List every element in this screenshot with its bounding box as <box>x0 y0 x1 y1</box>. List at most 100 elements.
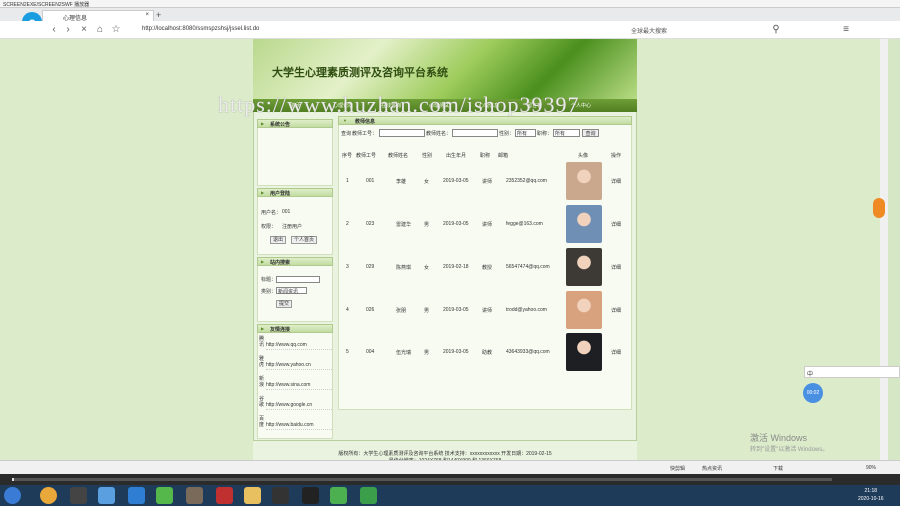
chrome-icon[interactable] <box>40 487 57 504</box>
cell-teacher-no: 004 <box>366 349 375 355</box>
star-icon[interactable]: ☆ <box>110 24 122 35</box>
ime-toolbar[interactable]: 中 <box>804 366 900 378</box>
taskbar: 21:18 2020-10-16 <box>0 485 900 506</box>
qq-icon[interactable] <box>272 487 289 504</box>
clock-time: 21:18 <box>864 488 878 494</box>
cell-index: 5 <box>346 349 349 355</box>
link-icon: 雅虎 <box>259 356 265 368</box>
notice-panel-title: 系统公告 <box>257 119 333 128</box>
back-icon[interactable]: ‹ <box>48 24 60 35</box>
profile-button[interactable]: 个人首页 <box>291 236 318 244</box>
col-avatar: 头像 <box>578 153 589 159</box>
app-icon[interactable] <box>186 487 203 504</box>
browser-status-bar: 快剪辑 热点资讯 下载 90% <box>0 460 900 474</box>
col-teacher-name: 教师姓名 <box>388 153 409 159</box>
flash-icon[interactable] <box>216 487 233 504</box>
teacher-no-input[interactable] <box>379 129 425 137</box>
cell-birth: 2019-03-05 <box>443 307 469 313</box>
cell-action[interactable]: 详细 <box>611 221 621 228</box>
cell-teacher-name: 张朋 <box>396 308 407 314</box>
col-email: 邮箱 <box>498 153 509 159</box>
ie-icon[interactable] <box>128 487 145 504</box>
cell-teacher-no: 001 <box>366 178 375 184</box>
browser-tab[interactable]: 心理信息 × <box>42 10 154 22</box>
cell-email: 56547474@qq.com <box>506 264 550 270</box>
table-row: 5 004 伍光瑞 男 2019-03-05 助教 43643933@qq.com 详细 <box>340 331 630 373</box>
cell-action[interactable]: 详细 <box>611 178 621 185</box>
title-select[interactable]: 所有 <box>553 129 580 137</box>
close-icon[interactable]: × <box>145 12 149 18</box>
status-download[interactable]: 下载 <box>773 465 783 472</box>
cell-birth: 2019-03-05 <box>443 349 469 355</box>
wechat-icon[interactable] <box>330 487 347 504</box>
player-title-bar: SCREEN2EXE/SCREEN2SWF 播放器 <box>0 0 900 8</box>
cell-gender: 男 <box>424 308 430 314</box>
browser-search-input[interactable]: 全球最大搜索 <box>627 24 727 36</box>
sidebar: 系统公告 用户登陆 用户名： 001 权限： 注册用户 退出 个人首页 站内搜索… <box>257 116 333 439</box>
status-clip[interactable]: 快剪辑 <box>670 465 685 472</box>
scrollbar[interactable] <box>880 39 888 460</box>
link-sina[interactable]: http://www.sina.com <box>266 382 332 390</box>
cell-index: 4 <box>346 307 349 313</box>
link-baidu[interactable]: http://www.baidu.com <box>266 422 332 430</box>
query-button[interactable]: 查询 <box>582 129 599 137</box>
search-type-select[interactable]: 新闻资讯 <box>276 287 307 295</box>
main-panel-title: 教师信息 <box>338 116 632 125</box>
link-google[interactable]: http://www.google.cn <box>266 402 332 410</box>
col-action: 操作 <box>611 153 622 159</box>
player-progress-track[interactable] <box>12 478 832 481</box>
activation-subtitle: 转到"设置"以激活 Windows。 <box>750 447 829 453</box>
side-widget-icon[interactable] <box>873 198 885 218</box>
address-bar[interactable]: http://localhost:8080/ssmspzshsj/jssel.l… <box>138 24 618 36</box>
app-icon[interactable] <box>302 487 319 504</box>
role-label: 权限： <box>261 224 277 230</box>
status-news[interactable]: 热点资讯 <box>702 465 722 472</box>
link-qq[interactable]: http://www.qq.com <box>266 342 332 350</box>
search-submit-button[interactable]: 提交 <box>276 300 293 308</box>
teacher-name-input[interactable] <box>452 129 498 137</box>
folder-icon[interactable] <box>244 487 261 504</box>
app-icon[interactable] <box>98 487 115 504</box>
cell-action[interactable]: 详细 <box>611 264 621 271</box>
avatar <box>566 248 602 286</box>
cell-title: 讲师 <box>482 222 493 228</box>
cell-email: trodd@yahoo.com <box>506 307 547 313</box>
start-icon[interactable] <box>4 487 21 504</box>
site-footer: 版权所有：大学生心理素质测评及咨询平台系统 技术支持：xxxxxxxxxxxx … <box>253 440 637 464</box>
ime-mode: 中 <box>807 372 814 378</box>
table-row: 4 026 张朋 男 2019-03-05 讲师 trodd@yahoo.com 详细 <box>340 289 630 331</box>
cell-teacher-no: 023 <box>366 221 375 227</box>
logout-button[interactable]: 退出 <box>270 236 287 244</box>
new-tab-icon[interactable]: + <box>156 10 161 20</box>
clock: 21:18 2020-10-16 <box>858 487 884 503</box>
gender-select[interactable]: 所有 <box>515 129 536 137</box>
cell-index: 1 <box>346 178 349 184</box>
status-zoom[interactable]: 90% <box>866 465 876 471</box>
forward-icon[interactable]: › <box>62 24 74 35</box>
cell-action[interactable]: 详细 <box>611 349 621 356</box>
col-gender: 性别 <box>422 153 433 159</box>
link-yahoo[interactable]: http://www.yahoo.cn <box>266 362 332 370</box>
link-icon: 腾讯 <box>259 336 265 348</box>
home-icon[interactable]: ⌂ <box>94 24 106 35</box>
site-title: 大学生心理素质测评及咨询平台系统 <box>272 67 448 79</box>
search-icon[interactable]: ⚲ <box>770 24 782 35</box>
cell-gender: 女 <box>424 179 430 185</box>
stop-icon[interactable]: × <box>78 24 90 35</box>
player-progress-fill <box>12 478 14 481</box>
cell-teacher-name: 伍光瑞 <box>396 350 412 356</box>
menu-icon[interactable]: ≡ <box>840 24 852 35</box>
cell-action[interactable]: 详细 <box>611 307 621 314</box>
search-title-input[interactable] <box>276 276 320 283</box>
app-icon[interactable] <box>360 487 377 504</box>
cell-teacher-name: 雷建华 <box>396 222 412 228</box>
notice-panel <box>257 128 333 186</box>
cell-index: 3 <box>346 264 349 270</box>
app-icon[interactable] <box>70 487 87 504</box>
cell-gender: 女 <box>424 265 430 271</box>
cell-index: 2 <box>346 221 349 227</box>
recording-timer: 00:02 <box>803 383 823 403</box>
cell-email: 43643933@qq.com <box>506 349 550 355</box>
app-icon[interactable] <box>156 487 173 504</box>
cell-title: 教授 <box>482 265 493 271</box>
